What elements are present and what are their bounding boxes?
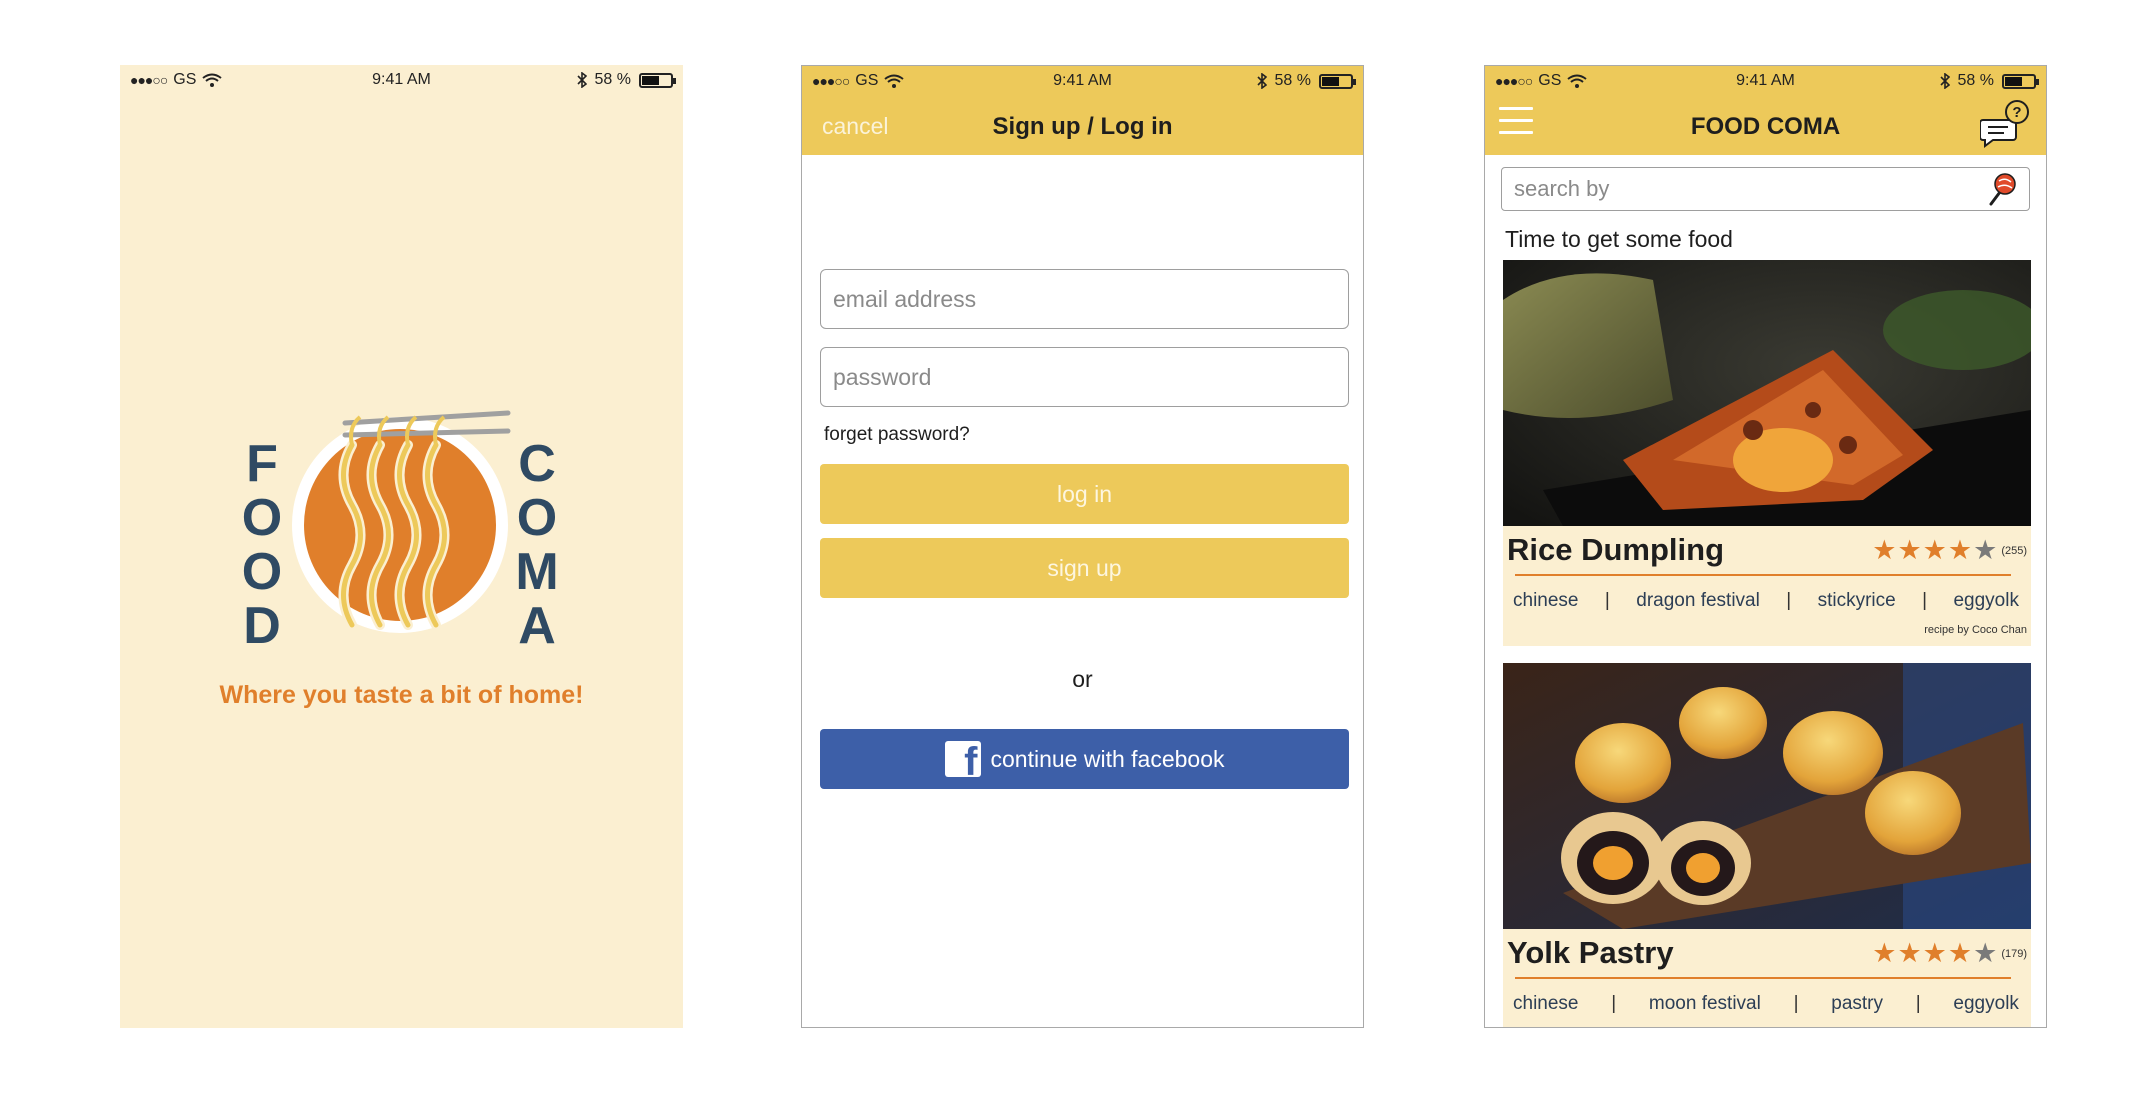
recipe-name: Yolk Pastry — [1507, 935, 1674, 970]
tagline: Where you taste a bit of home! — [219, 681, 584, 709]
star-icon: ★ — [1872, 938, 1897, 968]
bluetooth-icon — [1939, 73, 1950, 89]
status-bar: ●●●○○ GS 9:41 AM 58 % — [120, 65, 683, 97]
logo-letter-m: M — [515, 543, 558, 601]
tag[interactable]: pastry — [1831, 993, 1883, 1015]
battery-percent: 58 % — [1957, 72, 1994, 89]
recipe-credit: recipe by Coco Chan — [1924, 624, 2027, 636]
star-icon: ★ — [1947, 535, 1973, 565]
star-icon: ★ — [1973, 938, 1998, 968]
home-header: ●●●○○ GS 9:41 AM 58 % FOOD COMA ? — [1485, 66, 2046, 155]
star-icon: ★ — [1897, 938, 1922, 968]
rating: ★ ★ ★ ★ ★ (255) — [1872, 537, 2027, 564]
tag-separator: | — [1611, 993, 1617, 1014]
forget-password-link[interactable]: forget password? — [824, 424, 970, 446]
tag[interactable]: chinese — [1513, 590, 1579, 612]
tag[interactable]: eggyolk — [1953, 993, 2019, 1015]
page-title: Sign up / Log in — [992, 113, 1173, 140]
tag[interactable]: dragon festival — [1636, 590, 1760, 612]
section-title: Time to get some food — [1505, 226, 1733, 252]
home-screen: ●●●○○ GS 9:41 AM 58 % FOOD COMA ? search… — [1484, 65, 2047, 1028]
battery-icon — [1319, 73, 1356, 89]
search-input[interactable] — [1502, 168, 1972, 210]
logo-letter-d: D — [243, 597, 281, 655]
battery-percent: 58 % — [594, 71, 631, 88]
star-icon: ★ — [1897, 535, 1922, 565]
logo-letter-c: C — [518, 435, 556, 493]
splash-screen: ●●●○○ GS 9:41 AM 58 % F O O D C O M A Wh… — [120, 65, 683, 1028]
star-icon: ★ — [1922, 535, 1947, 565]
lollipop-search-icon[interactable] — [1985, 173, 2017, 207]
logo-letter-a: A — [518, 597, 556, 655]
svg-text:?: ? — [2012, 104, 2021, 121]
login-button[interactable]: log in — [820, 464, 1349, 524]
food-coma-logo: F O O D C O M A — [242, 410, 559, 655]
star-icon: ★ — [1872, 535, 1897, 565]
login-header: ●●●○○ GS 9:41 AM 58 % cancel Sign up / Lo… — [802, 66, 1363, 155]
tag[interactable]: chinese — [1513, 993, 1579, 1015]
signup-button[interactable]: sign up — [820, 538, 1349, 598]
tag[interactable]: stickyrice — [1818, 590, 1896, 612]
star-icon: ★ — [1922, 938, 1947, 968]
email-field[interactable] — [820, 269, 1349, 329]
tag-separator: | — [1786, 590, 1792, 611]
status-bar: ●●●○○ GS 9:41 AM 58 % — [1485, 66, 2046, 98]
battery-percent: 58 % — [1274, 72, 1311, 89]
logo-letter-o: O — [242, 543, 282, 601]
divider — [1515, 574, 2011, 576]
tag-list: chinese | moon festival | pastry | eggyolk — [1513, 993, 2019, 1015]
yolk-pastry-photo — [1503, 663, 2031, 929]
or-divider: or — [1072, 666, 1093, 692]
recipe-name: Rice Dumpling — [1507, 532, 1725, 567]
help-chat-icon[interactable]: ? — [1980, 98, 2030, 148]
rice-dumpling-photo — [1503, 260, 2031, 526]
tag-list: chinese | dragon festival | stickyrice | eg… — [1513, 590, 2019, 612]
tag[interactable]: eggyolk — [1953, 590, 2019, 612]
tag-separator: | — [1922, 590, 1928, 611]
divider — [1515, 977, 2011, 979]
battery-icon — [2002, 73, 2039, 89]
tag-separator: | — [1604, 590, 1610, 611]
logo-letter-f: F — [246, 435, 278, 493]
bluetooth-icon — [1256, 73, 1267, 89]
facebook-icon: f — [944, 741, 981, 777]
logo-letter-o: O — [242, 489, 282, 547]
facebook-login-button[interactable]: f continue with facebook — [820, 729, 1349, 789]
bluetooth-icon — [576, 72, 587, 88]
app-title: FOOD COMA — [1690, 113, 1841, 140]
facebook-label: continue with facebook — [990, 745, 1225, 772]
rating-count: (179) — [2001, 947, 2027, 960]
login-screen: ●●●○○ GS 9:41 AM 58 % cancel Sign up / Lo… — [801, 65, 1364, 1028]
recipe-card[interactable]: Yolk Pastry ★ ★ ★ ★ ★ (179) chinese | moo… — [1503, 663, 2031, 1027]
recipe-card[interactable]: Rice Dumpling ★ ★ ★ ★ ★ (255) chinese | d… — [1503, 260, 2031, 646]
star-icon: ★ — [1947, 938, 1973, 968]
rating-count: (255) — [2001, 544, 2027, 557]
status-bar: ●●●○○ GS 9:41 AM 58 % — [802, 66, 1363, 98]
tag-separator: | — [1915, 993, 1921, 1014]
logo-letter-o: O — [517, 489, 557, 547]
star-icon: ★ — [1973, 535, 1998, 565]
tag[interactable]: moon festival — [1649, 993, 1761, 1015]
search-bar — [1501, 167, 2030, 211]
battery-icon — [639, 72, 676, 88]
tag-separator: | — [1793, 993, 1799, 1014]
password-field[interactable] — [820, 347, 1349, 407]
rating: ★ ★ ★ ★ ★ (179) — [1872, 940, 2027, 967]
